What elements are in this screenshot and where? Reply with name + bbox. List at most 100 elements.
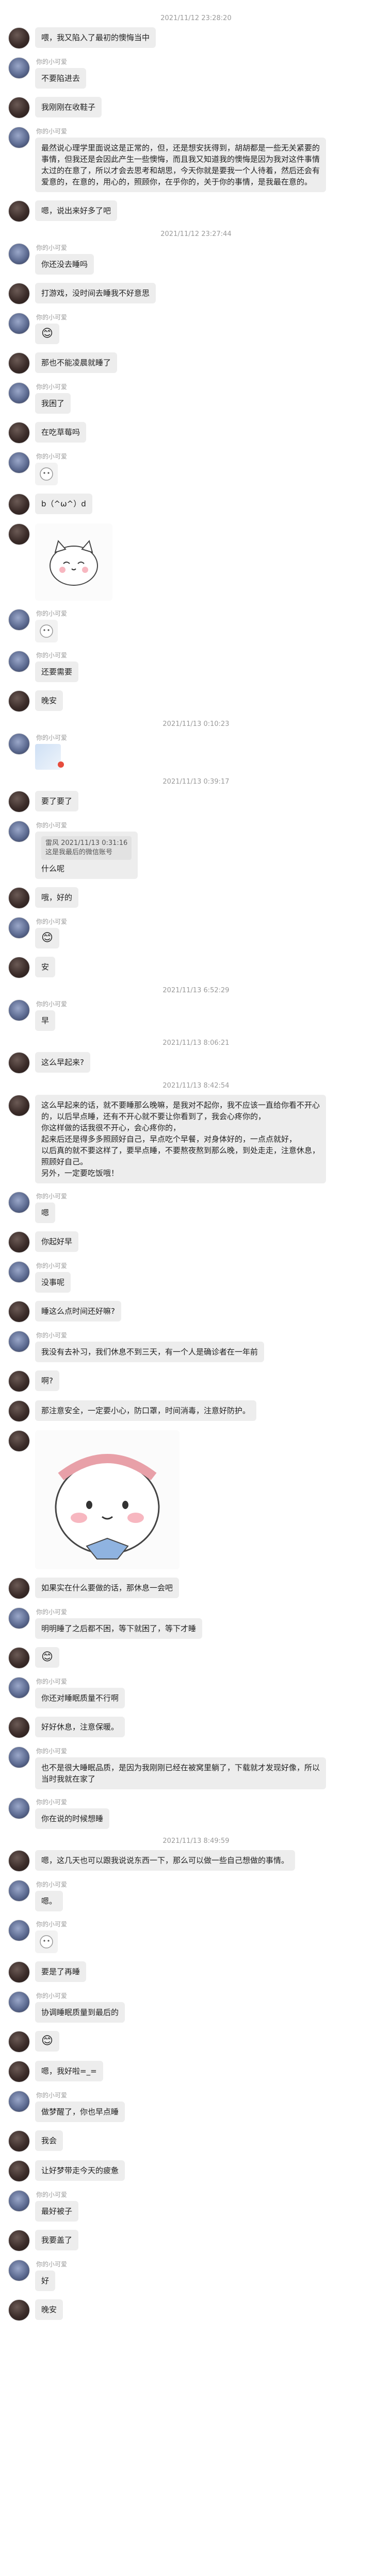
avatar[interactable] (8, 27, 30, 49)
message-bubble[interactable]: 好好休息，注意保暖。 (35, 1717, 125, 1737)
message-bubble[interactable]: 这么早起来的话，就不要睡那么晚嘛，是我对不起你，我不应该一直给你看不开心的，以后… (35, 1095, 326, 1183)
message-bubble[interactable]: 协调睡眠质量到最后的 (35, 2002, 125, 2023)
message-bubble[interactable]: 也不是很大睡眠品质，是因为我刚刚已经在被窝里躺了，下载就才发现好像，所以当时我就… (35, 1757, 326, 1789)
message-bubble[interactable]: 如果实在什么要做的话，那休息一会吧 (35, 1578, 179, 1598)
message-bubble[interactable]: 睡这么点时间还好嘛? (35, 1301, 121, 1321)
message-bubble[interactable]: 😊 (35, 928, 59, 948)
avatar[interactable] (8, 494, 30, 515)
message-bubble[interactable]: 那注意安全，一定要小心，防口罩，时间消毒，注意好防护。 (35, 1400, 257, 1421)
message-bubble[interactable]: 喂，我又陷入了最初的懊悔当中 (35, 27, 156, 48)
avatar[interactable] (8, 382, 30, 404)
avatar[interactable] (8, 2190, 30, 2212)
avatar[interactable] (8, 651, 30, 672)
avatar[interactable] (8, 1961, 30, 1983)
message-bubble[interactable]: 还要需要 (35, 662, 79, 682)
avatar[interactable] (8, 1231, 30, 1253)
message-bubble[interactable]: 让好梦带走今天的疲惫 (35, 2160, 125, 2181)
avatar[interactable] (8, 1607, 30, 1629)
avatar[interactable] (8, 733, 30, 755)
avatar[interactable] (8, 1192, 30, 1213)
avatar[interactable] (8, 313, 30, 334)
message-bubble[interactable]: 哦，好的 (35, 887, 79, 908)
avatar[interactable] (8, 57, 30, 79)
avatar[interactable] (8, 1677, 30, 1699)
avatar[interactable] (8, 1331, 30, 1352)
message-bubble[interactable]: 嗯，这几天也可以跟我说说东西一下，那么可以做一些自己想做的事情。 (35, 1850, 296, 1871)
message-bubble[interactable]: 没事呢 (35, 1272, 71, 1293)
message-bubble[interactable]: 安 (35, 957, 56, 977)
avatar[interactable] (8, 97, 30, 118)
avatar[interactable] (8, 1578, 30, 1599)
avatar[interactable] (8, 917, 30, 939)
message-bubble[interactable]: 最好被子 (35, 2201, 79, 2222)
message-bubble[interactable]: 我会 (35, 2130, 63, 2151)
avatar[interactable] (8, 243, 30, 265)
message-bubble[interactable]: 😊 (35, 2031, 59, 2052)
message-bubble[interactable]: 要了要了 (35, 791, 79, 811)
avatar[interactable] (8, 2160, 30, 2182)
avatar[interactable] (8, 1647, 30, 1669)
avatar[interactable] (8, 999, 30, 1021)
avatar[interactable] (8, 2061, 30, 2082)
message-bubble[interactable]: 嗯，我好啦=_= (35, 2061, 103, 2081)
message-bubble[interactable]: 我没有去补习，我们休息不到三天，有一个人是确诊者在一年前 (35, 1342, 265, 1362)
avatar[interactable] (8, 791, 30, 812)
message-bubble[interactable]: 雷风 2021/11/13 0:31:16 这是我最后的微信账号 什么呢 (35, 832, 138, 879)
message-bubble[interactable]: 做梦醒了，你也早点睡 (35, 2102, 125, 2122)
avatar[interactable] (8, 200, 30, 222)
avatar[interactable] (8, 1798, 30, 1819)
bunny-sticker[interactable] (35, 1430, 179, 1569)
avatar[interactable] (8, 1880, 30, 1902)
quoted-message[interactable]: 雷风 2021/11/13 0:31:16 这是我最后的微信账号 (41, 836, 132, 860)
message-bubble[interactable]: 我要盖了 (35, 2230, 79, 2250)
message-bubble[interactable]: 要是了再睡 (35, 1961, 87, 1982)
avatar[interactable] (8, 452, 30, 473)
avatar[interactable] (8, 2091, 30, 2112)
cat-sticker[interactable] (35, 523, 112, 601)
avatar[interactable] (8, 1261, 30, 1283)
avatar[interactable] (8, 1430, 30, 1452)
avatar[interactable] (8, 127, 30, 148)
avatar[interactable] (8, 2299, 30, 2321)
message-bubble[interactable]: 我刚刚在收鞋子 (35, 97, 102, 117)
message-bubble[interactable]: 明明睡了之后都不困，等下就困了，等下才睡 (35, 1618, 203, 1639)
message-bubble[interactable]: 你还对睡眠质量不行啊 (35, 1688, 125, 1708)
message-bubble[interactable]: 嗯，说出来好多了吧 (35, 200, 118, 221)
message-bubble[interactable]: 我困了 (35, 393, 71, 414)
avatar[interactable] (8, 2130, 30, 2152)
message-bubble[interactable]: 在吃草莓吗 (35, 422, 87, 443)
avatar[interactable] (8, 957, 30, 978)
message-bubble[interactable]: 晚安 (35, 690, 63, 711)
message-bubble[interactable]: 最然说心理学里面说这是正常的，但，还是想安抚得到，胡胡都是一些无关紧要的事情，但… (35, 138, 326, 192)
avatar[interactable] (8, 1717, 30, 1738)
avatar[interactable] (8, 887, 30, 909)
avatar[interactable] (8, 1991, 30, 2013)
avatar[interactable] (8, 1747, 30, 1768)
avatar[interactable] (8, 2260, 30, 2281)
avatar[interactable] (8, 690, 30, 712)
avatar[interactable] (8, 821, 30, 842)
small-sticker[interactable] (35, 620, 58, 642)
avatar[interactable] (8, 523, 30, 545)
message-bubble[interactable]: 你还没去睡吗 (35, 254, 94, 275)
message-bubble[interactable]: 好 (35, 2270, 56, 2291)
avatar[interactable] (8, 352, 30, 374)
avatar[interactable] (8, 1095, 30, 1116)
message-bubble[interactable]: 啊? (35, 1370, 59, 1391)
avatar[interactable] (8, 1301, 30, 1323)
message-bubble[interactable]: 早 (35, 1010, 56, 1031)
message-bubble[interactable]: 嗯 (35, 1202, 56, 1223)
avatar[interactable] (8, 1920, 30, 1941)
avatar[interactable] (8, 609, 30, 631)
avatar[interactable] (8, 1370, 30, 1392)
message-bubble[interactable]: b（^ω^）d (35, 494, 92, 514)
message-bubble[interactable]: 不要陷进去 (35, 68, 87, 89)
message-bubble[interactable]: 😊 (35, 1647, 59, 1668)
message-bubble[interactable]: 嗯。 (35, 1891, 63, 1911)
avatar[interactable] (8, 1400, 30, 1422)
avatar[interactable] (8, 422, 30, 444)
message-bubble[interactable]: 这么早起来? (35, 1052, 90, 1073)
message-bubble[interactable]: 😊 (35, 324, 59, 344)
message-bubble[interactable]: 打游戏，没时间去睡我不好意思 (35, 283, 156, 303)
message-bubble[interactable]: 晚安 (35, 2299, 63, 2320)
